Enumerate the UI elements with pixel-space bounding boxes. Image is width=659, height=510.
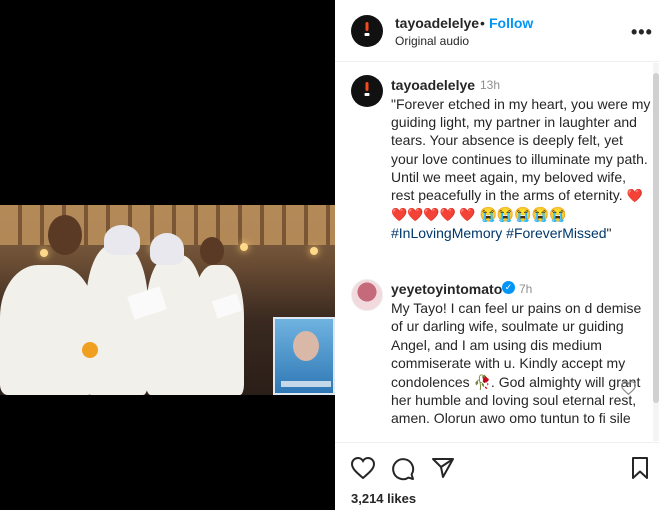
hashtag-inlovingmemory[interactable]: #InLovingMemory — [391, 225, 502, 241]
caption-time[interactable]: 13h — [480, 78, 500, 92]
verified-badge-icon: ✓ — [502, 281, 515, 294]
mourner-head — [48, 215, 82, 255]
closing-quote: " — [606, 225, 612, 242]
mourner-head — [200, 237, 224, 265]
comments-scrollbar[interactable] — [653, 63, 659, 441]
mourner — [192, 265, 244, 395]
post-sidebar: tayoadelelye • Follow Original audio •••… — [335, 0, 659, 510]
profile-avatar[interactable] — [351, 15, 383, 47]
candle-base-icon — [364, 92, 370, 96]
portrait-face — [293, 331, 319, 361]
headwrap — [104, 225, 140, 255]
candle-flame-icon — [365, 22, 369, 32]
commenter-avatar[interactable] — [351, 279, 383, 311]
flower — [82, 342, 98, 358]
headwrap — [150, 233, 184, 265]
comment-time[interactable]: 7h — [519, 282, 532, 296]
commenter-username[interactable]: yeyetoyintomato — [391, 281, 502, 297]
header-username[interactable]: tayoadelelye — [395, 15, 479, 31]
crying-emojis: 😭😭😭😭😭 — [479, 206, 567, 223]
comments-area: tayoadelelye 13h "Forever etched in my h… — [335, 63, 653, 441]
candle-flame-icon — [365, 82, 369, 92]
portrait-caption — [281, 381, 331, 387]
post-media — [0, 0, 335, 510]
candle-base-icon — [364, 32, 370, 36]
heart-outline-icon[interactable] — [350, 456, 376, 484]
small-heart-icon[interactable] — [620, 381, 637, 399]
caption-text: "Forever etched in my heart, you were my… — [391, 95, 653, 243]
audio-link[interactable]: Original audio — [395, 34, 469, 48]
caption-username[interactable]: tayoadelelye — [391, 77, 475, 93]
action-bar: 3,214 likes — [335, 442, 659, 510]
comment-text: My Tayo! I can feel ur pains on d demise… — [391, 300, 642, 427]
likes-count[interactable]: 3,214 likes — [351, 491, 416, 506]
mourner — [0, 265, 95, 395]
comment-bubble-icon[interactable] — [391, 457, 415, 486]
lamp — [240, 243, 248, 251]
separator-dot: • — [480, 15, 485, 31]
paper-plane-icon[interactable] — [431, 457, 455, 484]
video-frame[interactable] — [0, 205, 335, 395]
post-header: tayoadelelye • Follow Original audio ••• — [335, 0, 659, 62]
lamp — [310, 247, 318, 255]
hashtag-forevermissed[interactable]: #ForeverMissed — [506, 225, 606, 241]
caption-avatar[interactable] — [351, 75, 383, 107]
memorial-portrait — [273, 317, 335, 395]
more-options-icon[interactable]: ••• — [631, 22, 653, 43]
follow-button[interactable]: Follow — [489, 15, 533, 31]
bookmark-icon[interactable] — [631, 457, 649, 484]
lamp — [40, 249, 48, 257]
mourner — [86, 245, 148, 395]
scrollbar-thumb[interactable] — [653, 73, 659, 403]
caption-body: "Forever etched in my heart, you were my… — [391, 96, 651, 204]
